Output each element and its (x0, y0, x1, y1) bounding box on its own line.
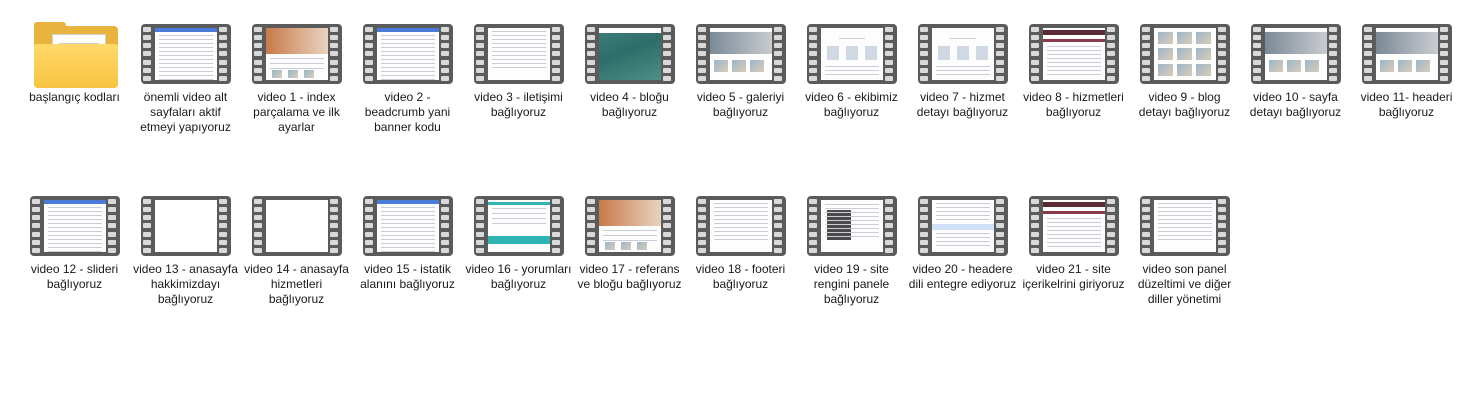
video-file-label: video 10 - sayfa detayı bağlıyoruz (1249, 90, 1342, 119)
video-file-icon (1138, 18, 1232, 84)
video-file-label: video 7 - hizmet detayı bağlıyoruz (916, 90, 1009, 119)
video-file-item[interactable]: video 8 - hizmetleri bağlıyoruz (1018, 18, 1129, 135)
video-file-label: video 18 - footeri bağlıyoruz (695, 262, 786, 291)
video-file-label: video 6 - ekibimiz bağlıyoruz (805, 90, 898, 119)
video-file-item[interactable]: önemli video alt sayfaları aktif etmeyi … (130, 18, 241, 135)
video-file-icon (583, 18, 677, 84)
folder-label: başlangıç kodları (29, 90, 120, 104)
video-file-item[interactable]: video 5 - galeriyi bağlıyoruz (685, 18, 796, 135)
video-file-icon (916, 18, 1010, 84)
video-file-label: video 16 - yorumları bağlıyoruz (465, 262, 572, 291)
video-file-icon (583, 190, 677, 256)
file-row-1: başlangıç kodları önemli video alt sayfa… (19, 18, 1457, 135)
video-file-label: önemli video alt sayfaları aktif etmeyi … (140, 90, 231, 134)
video-file-label: video 19 - site rengini panele bağlıyoru… (813, 262, 890, 306)
video-file-label: video 2 - beadcrumb yani banner kodu (364, 90, 451, 134)
video-file-icon (472, 190, 566, 256)
video-file-label: video 5 - galeriyi bağlıyoruz (696, 90, 785, 119)
folder-item[interactable]: başlangıç kodları (19, 18, 130, 135)
folder-icon (28, 18, 122, 88)
video-file-item[interactable]: video 1 - index parçalama ve ilk ayarlar (241, 18, 352, 135)
video-file-item[interactable]: video son panel düzeltimi ve diğer dille… (1129, 190, 1240, 307)
video-file-item[interactable]: video 20 - headere dili entegre ediyoruz (907, 190, 1018, 307)
video-file-label: video son panel düzeltimi ve diğer dille… (1137, 262, 1232, 306)
video-file-label: video 3 - iletişimi bağlıyoruz (474, 90, 563, 119)
video-file-item[interactable]: video 11- headeri bağlıyoruz (1351, 18, 1457, 135)
video-file-icon (139, 18, 233, 84)
video-file-item[interactable]: video 19 - site rengini panele bağlıyoru… (796, 190, 907, 307)
video-file-icon (1138, 190, 1232, 256)
video-file-icon (361, 18, 455, 84)
video-file-icon (139, 190, 233, 256)
video-file-item[interactable]: video 16 - yorumları bağlıyoruz (463, 190, 574, 307)
video-file-label: video 9 - blog detayı bağlıyoruz (1138, 90, 1231, 119)
video-file-item[interactable]: video 15 - istatik alanını bağlıyoruz (352, 190, 463, 307)
video-file-label: video 20 - headere dili entegre ediyoruz (908, 262, 1017, 291)
video-file-icon (28, 190, 122, 256)
video-file-item[interactable]: video 6 - ekibimiz bağlıyoruz (796, 18, 907, 135)
video-file-item[interactable]: video 7 - hizmet detayı bağlıyoruz (907, 18, 1018, 135)
file-row-2: video 12 - slideri bağlıyoruz video 13 - … (19, 190, 1240, 307)
video-file-icon (805, 190, 899, 256)
video-file-label: video 17 - referans ve bloğu bağlıyoruz (577, 262, 682, 291)
video-file-label: video 21 - site içerikelrini giriyoruz (1022, 262, 1125, 291)
video-file-item[interactable]: video 4 - bloğu bağlıyoruz (574, 18, 685, 135)
video-file-item[interactable]: video 9 - blog detayı bağlıyoruz (1129, 18, 1240, 135)
video-file-label: video 4 - bloğu bağlıyoruz (590, 90, 669, 119)
video-file-icon (694, 190, 788, 256)
video-file-item[interactable]: video 2 - beadcrumb yani banner kodu (352, 18, 463, 135)
video-file-icon (250, 190, 344, 256)
video-file-item[interactable]: video 14 - anasayfa hizmetleri bağlıyoru… (241, 190, 352, 307)
video-file-item[interactable]: video 21 - site içerikelrini giriyoruz (1018, 190, 1129, 307)
video-file-item[interactable]: video 17 - referans ve bloğu bağlıyoruz (574, 190, 685, 307)
video-file-icon (1027, 190, 1121, 256)
video-file-item[interactable]: video 12 - slideri bağlıyoruz (19, 190, 130, 307)
video-file-icon (916, 190, 1010, 256)
video-file-icon (361, 190, 455, 256)
video-file-label: video 15 - istatik alanını bağlıyoruz (360, 262, 455, 291)
video-file-icon (1360, 18, 1454, 84)
video-file-icon (472, 18, 566, 84)
video-file-label: video 14 - anasayfa hizmetleri bağlıyoru… (244, 262, 349, 306)
video-file-label: video 1 - index parçalama ve ilk ayarlar (253, 90, 340, 134)
video-file-item[interactable]: video 10 - sayfa detayı bağlıyoruz (1240, 18, 1351, 135)
video-file-item[interactable]: video 3 - iletişimi bağlıyoruz (463, 18, 574, 135)
video-file-icon (805, 18, 899, 84)
video-file-label: video 12 - slideri bağlıyoruz (30, 262, 119, 291)
video-file-icon (250, 18, 344, 84)
video-file-icon (694, 18, 788, 84)
video-file-icon (1249, 18, 1343, 84)
video-file-label: video 11- headeri bağlıyoruz (1360, 90, 1453, 119)
video-file-label: video 8 - hizmetleri bağlıyoruz (1023, 90, 1124, 119)
video-file-label: video 13 - anasayfa hakkimizdayı bağlıyo… (133, 262, 238, 306)
video-file-item[interactable]: video 13 - anasayfa hakkimizdayı bağlıyo… (130, 190, 241, 307)
video-file-item[interactable]: video 18 - footeri bağlıyoruz (685, 190, 796, 307)
video-file-icon (1027, 18, 1121, 84)
